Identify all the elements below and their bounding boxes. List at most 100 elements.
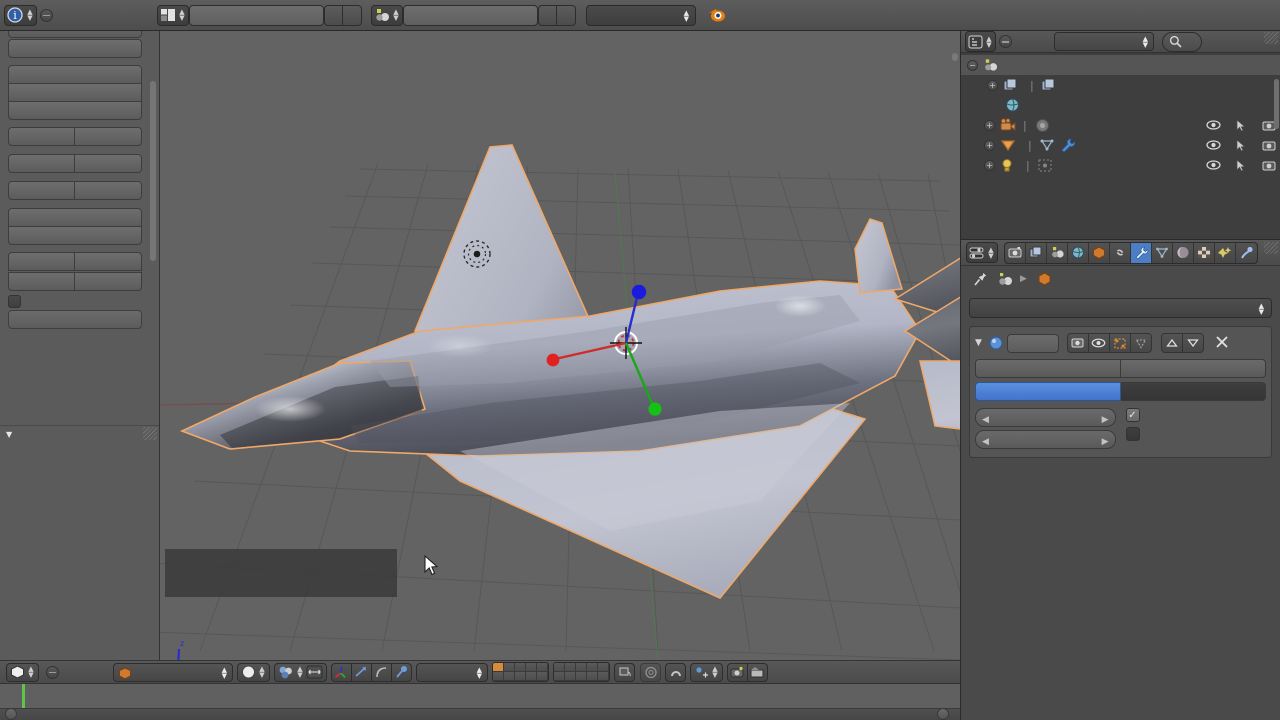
layer-cell[interactable] [554,672,565,681]
renderlayer-data-icon[interactable] [1041,78,1056,92]
viewport-scrollbar[interactable] [952,53,958,61]
tool-button-history[interactable] [8,226,142,245]
expand-icon[interactable]: + [987,79,998,91]
catmull-clark-button[interactable] [975,382,1121,401]
particles-tab[interactable] [1215,242,1236,263]
rotate-manipulator-icon[interactable] [351,662,372,682]
outliner-row-camera[interactable]: + | [961,115,1280,135]
optimal-display-row[interactable] [1125,427,1267,441]
modifiers-tab[interactable] [1131,242,1152,263]
tool-button-insert[interactable] [8,154,75,173]
toggle-editmode-operator-panel[interactable]: ▼ [0,425,159,442]
outliner-row-world[interactable] [961,95,1280,115]
viewport-shading-selector[interactable]: ▲ ▼ [237,662,270,682]
layer-cell[interactable] [537,672,548,681]
expand-icon[interactable]: + [984,119,995,131]
timeline-scroll-handle-left[interactable] [5,708,17,720]
delete-x-icon[interactable] [1215,335,1229,352]
realtime-eye-icon[interactable] [1087,333,1110,353]
scene-layers-block-2[interactable] [553,662,610,682]
3d-viewport[interactable]: z y [160,31,960,660]
layer-cell[interactable] [565,663,576,672]
tool-button-calculate[interactable] [8,181,75,200]
tool-button-erase[interactable] [75,272,142,291]
scene-field[interactable] [403,4,538,26]
timeline-ruler[interactable] [0,708,960,720]
outliner-row-scene[interactable]: − [961,55,1280,75]
outliner-scrollbar[interactable] [1274,79,1279,129]
footer-menu-object[interactable] [97,663,113,682]
cursor-arrow-icon[interactable] [1235,138,1248,152]
scene-layers-block-1[interactable] [492,662,549,682]
outliner-row-lamp[interactable]: + | [961,155,1280,175]
layer-cell[interactable] [576,663,587,672]
camera-render-icon[interactable] [1262,139,1277,152]
copy-button[interactable] [1121,359,1266,378]
proportional-edit-icon[interactable] [640,662,661,682]
object-tab[interactable] [1089,242,1110,263]
outliner-row-renderlayers[interactable]: + | [961,75,1280,95]
layer-cell[interactable] [515,672,526,681]
lock-layers-icon[interactable] [614,662,635,682]
tool-button-clear[interactable] [75,181,142,200]
tool-button-join[interactable] [8,101,142,120]
delete-layout-button[interactable] [343,4,362,26]
tool-button-delete[interactable] [8,83,142,102]
layer-cell[interactable] [554,663,565,672]
menu-render[interactable] [95,5,113,26]
tool-button-line[interactable] [75,252,142,271]
collapse-footer-menus-button[interactable] [46,665,59,679]
render-preview-icon[interactable] [727,662,748,682]
tool-button-draw[interactable] [8,252,75,271]
timeline-scroll-handle-right[interactable] [937,708,949,720]
layer-cell[interactable] [537,663,548,672]
subdivide-uvs-checkbox[interactable]: ✓ [1125,408,1140,422]
tool-button-poly[interactable] [8,272,75,291]
collapse-menus-button[interactable] [40,8,53,22]
tool-button-clipped-bottom[interactable] [8,310,142,329]
tool-button-repeat-last[interactable] [8,208,142,227]
outliner-menu-view[interactable] [1018,32,1034,51]
eye-icon[interactable] [1206,119,1221,131]
layer-cell[interactable] [493,663,504,672]
modifier-name-field[interactable] [1006,333,1059,353]
snap-target-selector[interactable]: ▲ ▼ [690,662,723,682]
outliner-resize-grip[interactable] [1264,32,1278,44]
world-tab[interactable] [1068,242,1089,263]
tool-button-flat[interactable] [75,127,142,146]
layer-cell[interactable] [504,672,515,681]
layer-cell[interactable] [526,663,537,672]
tool-shelf-scrollbar[interactable] [150,81,156,261]
timeline-track[interactable] [0,684,960,708]
material-tab[interactable] [1173,242,1194,263]
screen-layout-field[interactable] [189,4,324,26]
render-subdivisions-field[interactable]: ◀ ▶ [975,430,1116,449]
interaction-mode-dropdown[interactable]: ▲ ▼ [113,662,233,682]
optimal-display-checkbox[interactable] [1125,427,1140,441]
outliner-editor-icon[interactable]: ▲ ▼ [965,31,996,52]
scene-icon[interactable]: ▲ ▼ [371,4,403,26]
timeline-playhead[interactable] [22,684,25,708]
oncage-toggle-icon[interactable] [1129,333,1152,353]
increment-arrow-icon[interactable]: ▶ [1102,411,1109,429]
subdivide-uvs-row[interactable]: ✓ [1125,408,1267,422]
layer-cell[interactable] [587,663,598,672]
decrement-arrow-icon[interactable]: ◀ [982,411,989,429]
menu-window[interactable] [113,5,131,26]
texture-tab[interactable] [1194,242,1215,263]
info-editor-icon[interactable]: i ▲ ▼ [4,4,37,26]
menu-file[interactable] [59,5,77,26]
layer-cell[interactable] [587,672,598,681]
footer-menu-view[interactable] [65,663,81,682]
add-layout-button[interactable] [324,4,343,26]
footer-menu-select[interactable] [81,663,97,682]
layer-cell[interactable] [515,663,526,672]
tool-button-clipped[interactable] [8,31,142,38]
render-tab[interactable] [1005,242,1026,263]
layer-cell[interactable] [598,663,609,672]
decrement-arrow-icon[interactable]: ◀ [982,433,989,451]
outliner-tree[interactable]: − + | + | + | + | [961,53,1280,239]
layer-cell[interactable] [576,672,587,681]
camera-data-icon[interactable] [1034,118,1051,133]
renderlayers-tab[interactable] [1026,242,1047,263]
